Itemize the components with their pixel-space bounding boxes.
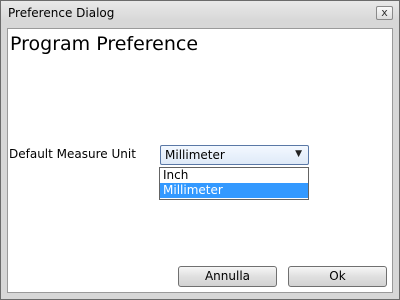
window-title: Preference Dialog	[8, 6, 115, 20]
measure-unit-label: Default Measure Unit	[9, 147, 136, 161]
preference-dialog-window: Preference Dialog x Program Preference D…	[0, 0, 400, 300]
dialog-content: Program Preference Default Measure Unit …	[7, 28, 393, 293]
measure-unit-select-value: Millimeter	[165, 148, 225, 162]
option-millimeter[interactable]: Millimeter	[160, 183, 308, 198]
close-button[interactable]: x	[376, 6, 393, 20]
measure-unit-select[interactable]: Millimeter ▼	[160, 145, 309, 165]
ok-button[interactable]: Ok	[288, 266, 387, 287]
page-title: Program Preference	[10, 33, 199, 55]
chevron-down-icon: ▼	[295, 149, 302, 159]
option-inch[interactable]: Inch	[160, 168, 308, 183]
title-bar[interactable]: Preference Dialog x	[1, 1, 399, 27]
measure-unit-dropdown-list: Inch Millimeter	[159, 167, 309, 200]
cancel-button[interactable]: Annulla	[178, 266, 277, 287]
close-icon: x	[381, 6, 388, 19]
